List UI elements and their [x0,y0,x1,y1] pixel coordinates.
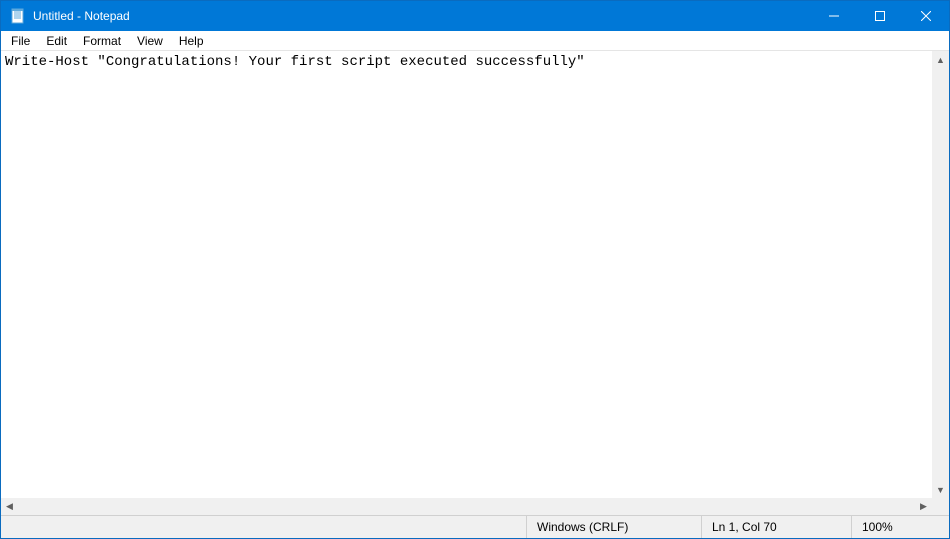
scroll-left-icon[interactable]: ◀ [1,498,18,515]
notepad-window: Untitled - Notepad File Edit Format View… [0,0,950,539]
menu-format[interactable]: Format [75,32,129,50]
maximize-button[interactable] [857,1,903,31]
titlebar[interactable]: Untitled - Notepad [1,1,949,31]
notepad-icon [9,7,27,25]
window-controls [811,1,949,31]
horizontal-scrollbar[interactable]: ◀ ▶ [1,498,932,515]
editor-content[interactable]: Write-Host "Congratulations! Your first … [1,51,949,73]
menu-file[interactable]: File [3,32,38,50]
vertical-scrollbar[interactable]: ▲ ▼ [932,51,949,498]
scroll-down-icon[interactable]: ▼ [932,481,949,498]
minimize-button[interactable] [811,1,857,31]
statusbar: Windows (CRLF) Ln 1, Col 70 100% [1,515,949,538]
status-spacer [1,516,526,538]
horizontal-scroll-track[interactable] [18,498,915,515]
menu-edit[interactable]: Edit [38,32,75,50]
menu-view[interactable]: View [129,32,171,50]
scroll-up-icon[interactable]: ▲ [932,51,949,68]
status-position: Ln 1, Col 70 [701,516,851,538]
scrollbar-corner [932,498,949,515]
close-button[interactable] [903,1,949,31]
scroll-right-icon[interactable]: ▶ [915,498,932,515]
menu-help[interactable]: Help [171,32,212,50]
status-encoding: Windows (CRLF) [526,516,701,538]
status-zoom: 100% [851,516,949,538]
menubar: File Edit Format View Help [1,31,949,51]
editor-area: Write-Host "Congratulations! Your first … [1,51,949,515]
vertical-scroll-track[interactable] [932,68,949,481]
window-title: Untitled - Notepad [33,9,811,23]
